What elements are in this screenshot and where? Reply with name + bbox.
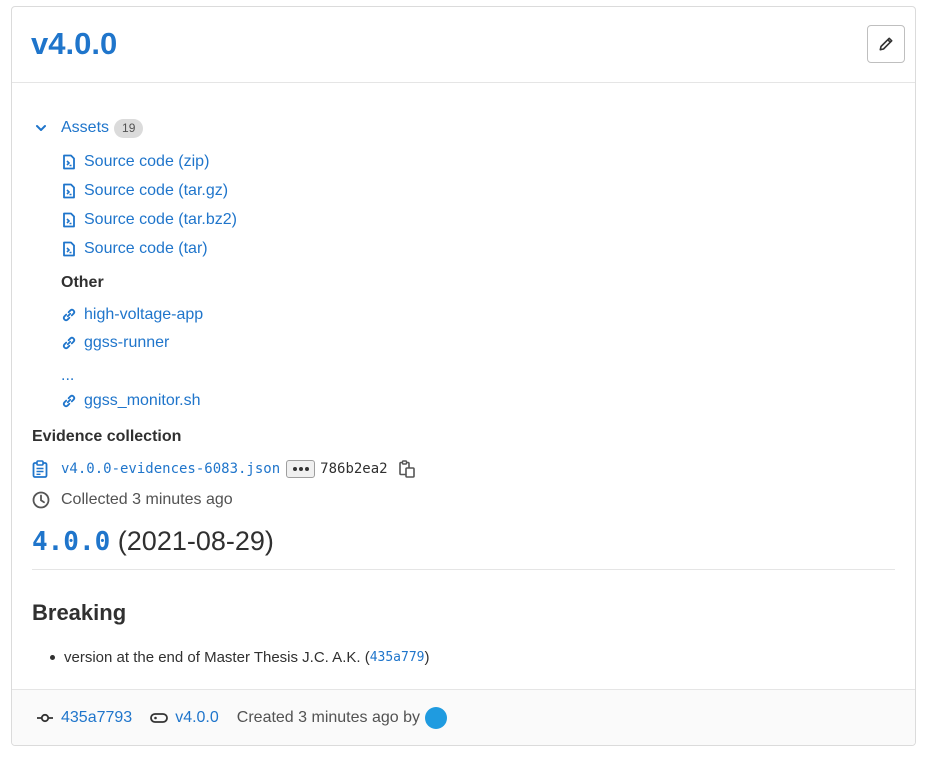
collected-text: Collected 3 minutes ago	[61, 491, 233, 508]
doc-code-icon	[63, 183, 75, 199]
copy-icon	[398, 460, 415, 478]
commit-icon	[37, 713, 53, 723]
other-heading: Other	[61, 274, 104, 291]
more-links-ellipsis[interactable]: ...	[61, 367, 74, 385]
link-label: high-voltage-app	[84, 306, 204, 323]
source-code-tarbz2-link[interactable]: Source code (tar.bz2)	[61, 209, 237, 231]
release-notes-version: 4.0.0 (2021-08-29)	[32, 526, 274, 557]
link-label: Source code (tar.bz2)	[84, 211, 237, 228]
created-text: Created 3 minutes ago by	[236, 709, 420, 726]
note-text: version at the end of Master Thesis J.C.…	[64, 649, 370, 666]
release-footer: 435a7793 v4.0.0 Created 3 minutes ago by	[12, 689, 915, 745]
release-title[interactable]: v4.0.0	[31, 26, 117, 62]
source-code-tar-link[interactable]: Source code (tar)	[61, 238, 208, 260]
dot	[304, 467, 309, 471]
tag-icon	[150, 713, 169, 723]
copy-sha-button[interactable]	[398, 460, 415, 478]
dot	[298, 467, 303, 471]
link-icon	[62, 394, 76, 408]
source-code-zip-link[interactable]: Source code (zip)	[61, 151, 209, 173]
divider	[32, 569, 895, 570]
edit-release-button[interactable]	[867, 25, 905, 63]
asset-link-ggss-runner[interactable]: ggss-runner	[61, 332, 169, 354]
evidence-file-link[interactable]: v4.0.0-evidences-6083.json	[61, 461, 280, 477]
doc-code-icon	[63, 212, 75, 228]
pencil-icon	[879, 37, 893, 51]
list-item: version at the end of Master Thesis J.C.…	[50, 649, 430, 666]
doc-code-icon	[63, 241, 75, 257]
version-link[interactable]: 4.0.0	[32, 527, 110, 557]
link-label: ggss_monitor.sh	[84, 392, 201, 409]
evidence-sha: 786b2ea2	[320, 461, 388, 477]
link-icon	[62, 308, 76, 322]
dot	[292, 467, 297, 471]
release-header: v4.0.0	[12, 7, 915, 83]
footer-tag-link[interactable]: v4.0.0	[175, 709, 219, 727]
assets-count-badge: 19	[114, 118, 144, 138]
link-label: Source code (tar.gz)	[84, 182, 229, 199]
link-label: Source code (zip)	[84, 153, 210, 170]
evidence-heading: Evidence collection	[32, 428, 182, 445]
expand-sha-button[interactable]	[286, 460, 316, 478]
evidence-collected: Collected 3 minutes ago	[32, 489, 233, 511]
evidence-row: v4.0.0-evidences-6083.json 786b2ea2	[32, 457, 415, 481]
chevron-down-icon	[36, 125, 46, 131]
version-date: (2021-08-29)	[117, 526, 274, 556]
release-card: v4.0.0 Assets 19 Source code (zip) Sourc…	[11, 6, 916, 746]
breaking-heading: Breaking	[32, 600, 127, 625]
asset-link-ggss-monitor[interactable]: ggss_monitor.sh	[61, 390, 201, 412]
note-commit-link[interactable]: 435a779	[370, 650, 425, 665]
clock-icon	[32, 491, 50, 509]
footer-commit-link[interactable]: 435a7793	[61, 709, 132, 727]
assets-toggle[interactable]: Assets 19	[34, 117, 144, 139]
asset-link-high-voltage-app[interactable]: high-voltage-app	[61, 304, 203, 326]
footer-meta: 435a7793 v4.0.0 Created 3 minutes ago by	[36, 707, 447, 729]
link-label: ggss-runner	[84, 334, 170, 351]
bullet	[50, 655, 55, 660]
link-icon	[62, 336, 76, 350]
source-code-targz-link[interactable]: Source code (tar.gz)	[61, 180, 228, 202]
link-label: Source code (tar)	[84, 240, 208, 257]
note-close: )	[424, 649, 430, 666]
avatar[interactable]	[425, 707, 447, 729]
doc-code-icon	[63, 154, 75, 170]
assets-label: Assets	[61, 119, 110, 136]
clipboard-icon	[32, 460, 48, 478]
